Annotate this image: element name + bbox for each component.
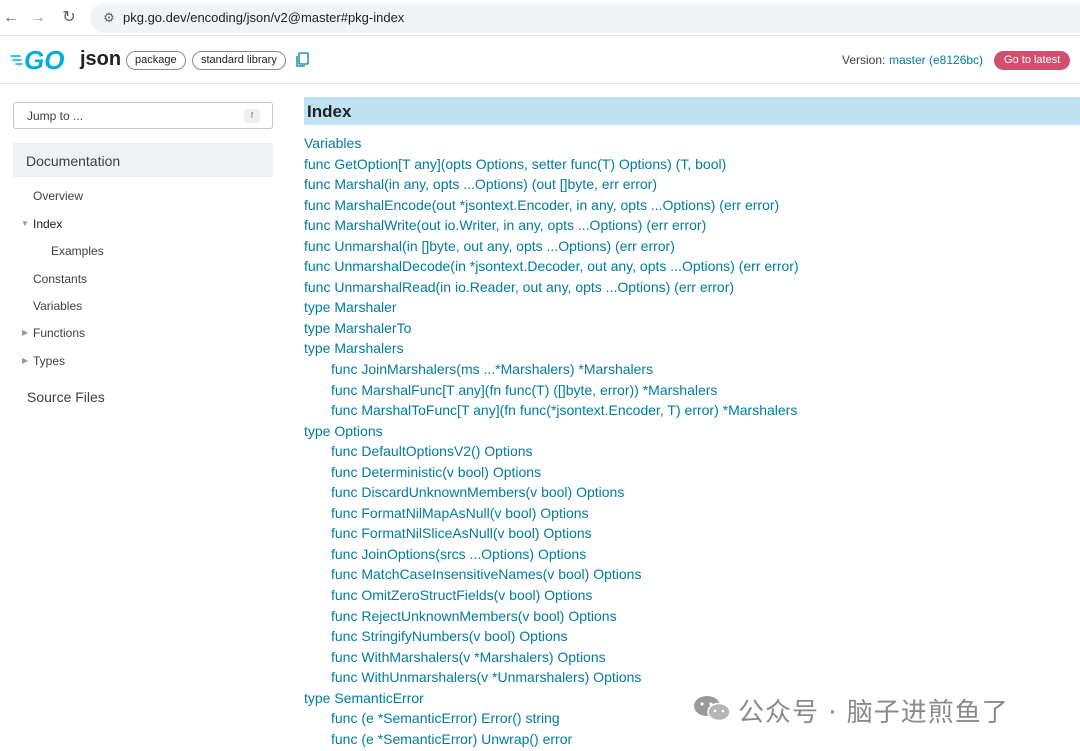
site-header: GO json package standard library Version… bbox=[0, 37, 1080, 84]
reload-icon[interactable]: ↻ bbox=[58, 7, 80, 29]
watermark: 公众号 · 脑子进煎鱼了 bbox=[692, 690, 1062, 728]
jump-to-input[interactable]: Jump to ... f bbox=[13, 102, 273, 129]
keyboard-shortcut-badge: f bbox=[244, 109, 260, 123]
standard-library-chip: standard library bbox=[192, 51, 286, 70]
index-link[interactable]: func DiscardUnknownMembers(v bool) Optio… bbox=[304, 482, 1080, 503]
package-chip: package bbox=[126, 51, 186, 70]
index-link[interactable]: func MarshalToFunc[T any](fn func(*jsont… bbox=[304, 400, 1080, 421]
index-link[interactable]: type Marshaler bbox=[304, 297, 1080, 318]
watermark-text: 公众号 · 脑子进煎鱼了 bbox=[738, 698, 1009, 728]
wechat-icon bbox=[694, 696, 731, 722]
svg-text:GO: GO bbox=[24, 46, 64, 74]
index-link[interactable]: func Marshal(in any, opts ...Options) (o… bbox=[304, 174, 1080, 195]
package-name: json bbox=[80, 48, 122, 70]
url-text[interactable]: pkg.go.dev/encoding/json/v2@master#pkg-i… bbox=[123, 10, 404, 25]
index-link[interactable]: func StringifyNumbers(v bool) Options bbox=[304, 626, 1080, 647]
index-heading-bar: Index bbox=[304, 97, 1080, 125]
index-link[interactable]: func JoinMarshalers(ms ...*Marshalers) *… bbox=[304, 359, 1080, 380]
index-link[interactable]: type Marshalers bbox=[304, 338, 1080, 359]
index-list: Variables func GetOption[T any](opts Opti… bbox=[304, 133, 1080, 749]
index-link[interactable]: func UnmarshalRead(in io.Reader, out any… bbox=[304, 277, 1080, 298]
index-link[interactable]: type MarshalerTo bbox=[304, 318, 1080, 339]
documentation-label: Documentation bbox=[26, 153, 121, 169]
index-link[interactable]: func Unmarshal(in []byte, out any, opts … bbox=[304, 236, 1080, 257]
index-link[interactable]: func Deterministic(v bool) Options bbox=[304, 462, 1080, 483]
go-logo-icon[interactable]: GO bbox=[10, 46, 74, 74]
index-link[interactable]: func FormatNilMapAsNull(v bool) Options bbox=[304, 503, 1080, 524]
index-link[interactable]: func UnmarshalDecode(in *jsontext.Decode… bbox=[304, 256, 1080, 277]
collapsed-arrow-icon[interactable]: ▶ bbox=[22, 328, 28, 337]
go-to-latest-button[interactable]: Go to latest bbox=[994, 51, 1071, 70]
index-link[interactable]: func GetOption[T any](opts Options, sett… bbox=[304, 154, 1080, 175]
index-link[interactable]: func MarshalFunc[T any](fn func(T) ([]by… bbox=[304, 380, 1080, 401]
index-link[interactable]: func MarshalEncode(out *jsontext.Encoder… bbox=[304, 195, 1080, 216]
browser-toolbar: ← → ↻ ⚙ pkg.go.dev/encoding/json/v2@mast… bbox=[0, 0, 1080, 36]
index-link[interactable]: func WithMarshalers(v *Marshalers) Optio… bbox=[304, 647, 1080, 668]
source-files-heading[interactable]: Source Files bbox=[27, 389, 105, 405]
back-arrow-icon[interactable]: ← bbox=[0, 7, 22, 29]
index-title: Index bbox=[307, 102, 352, 121]
index-link[interactable]: func JoinOptions(srcs ...Options) Option… bbox=[304, 544, 1080, 565]
index-link[interactable]: func FormatNilSliceAsNull(v bool) Option… bbox=[304, 523, 1080, 544]
index-link[interactable]: type Options bbox=[304, 421, 1080, 442]
sidebar-item-types[interactable]: Types bbox=[33, 354, 65, 368]
index-link[interactable]: func (e *SemanticError) Unwrap() error bbox=[304, 729, 1080, 750]
index-link[interactable]: Variables bbox=[304, 133, 1080, 154]
index-link[interactable]: func MatchCaseInsensitiveNames(v bool) O… bbox=[304, 564, 1080, 585]
index-link[interactable]: func WithUnmarshalers(v *Unmarshalers) O… bbox=[304, 667, 1080, 688]
index-link[interactable]: func MarshalWrite(out io.Writer, in any,… bbox=[304, 215, 1080, 236]
expanded-arrow-icon[interactable]: ▼ bbox=[21, 219, 29, 228]
version-link[interactable]: master (e8126bc) bbox=[889, 53, 983, 67]
address-bar[interactable]: ⚙ pkg.go.dev/encoding/json/v2@master#pkg… bbox=[90, 3, 1080, 33]
index-link[interactable]: func RejectUnknownMembers(v bool) Option… bbox=[304, 606, 1080, 627]
index-link[interactable]: func DefaultOptionsV2() Options bbox=[304, 441, 1080, 462]
sidebar-item-index[interactable]: Index bbox=[33, 217, 62, 231]
index-link[interactable]: func OmitZeroStructFields(v bool) Option… bbox=[304, 585, 1080, 606]
sidebar-item-variables[interactable]: Variables bbox=[33, 299, 82, 313]
sidebar-item-examples[interactable]: Examples bbox=[51, 244, 104, 258]
sidebar-item-constants[interactable]: Constants bbox=[33, 272, 87, 286]
collapsed-arrow-icon[interactable]: ▶ bbox=[22, 356, 28, 365]
jump-to-placeholder: Jump to ... bbox=[27, 109, 84, 123]
version-label: Version: bbox=[842, 53, 886, 67]
forward-arrow-icon[interactable]: → bbox=[27, 7, 49, 29]
documentation-heading[interactable]: Documentation bbox=[13, 143, 273, 177]
sidebar-item-overview[interactable]: Overview bbox=[33, 189, 83, 203]
site-settings-icon[interactable]: ⚙ bbox=[100, 9, 118, 27]
copy-icon[interactable] bbox=[295, 52, 309, 68]
sidebar-item-functions[interactable]: Functions bbox=[33, 326, 85, 340]
